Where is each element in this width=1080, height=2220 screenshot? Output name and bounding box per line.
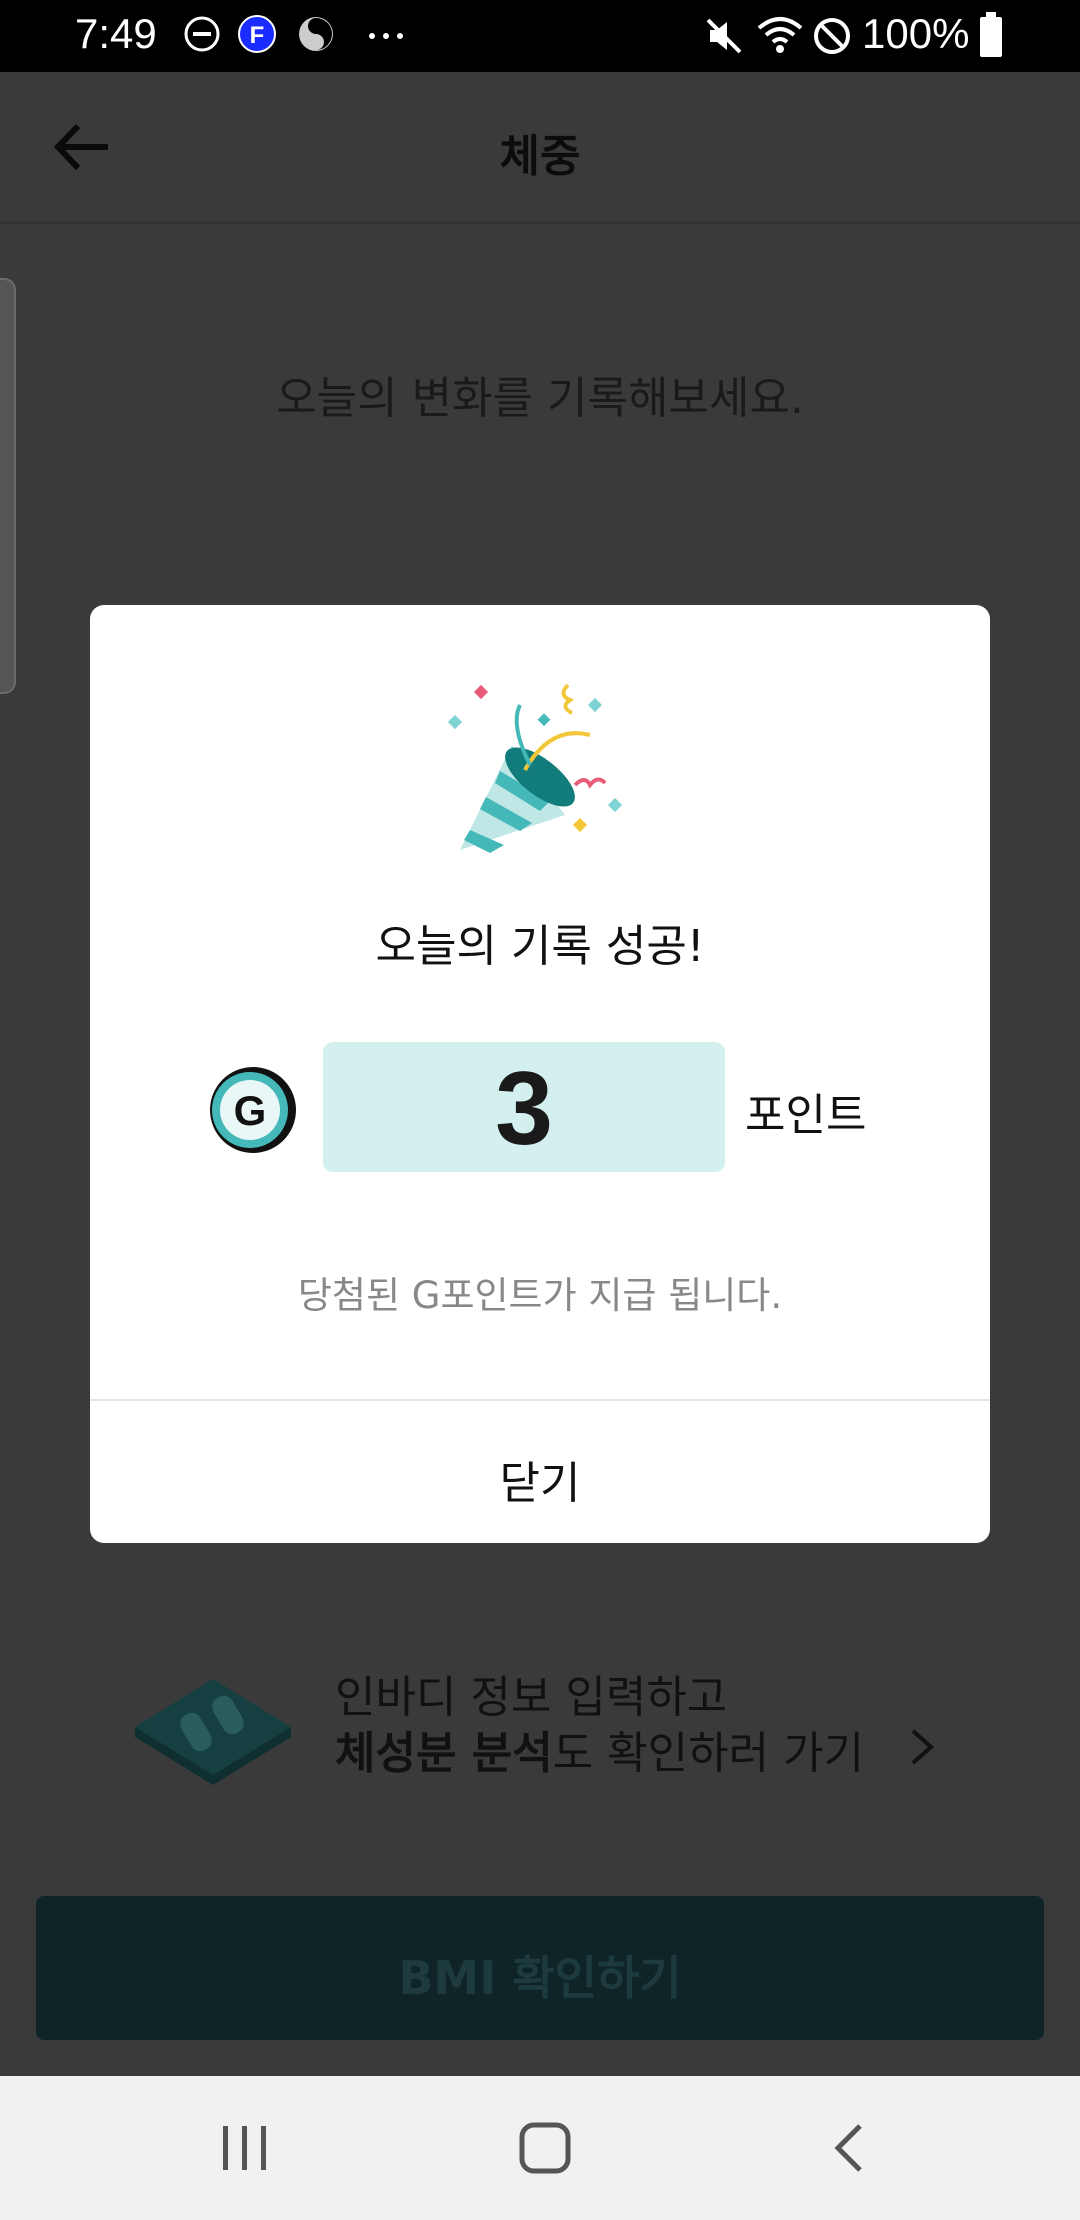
recent-apps-icon[interactable] [215,2118,275,2178]
close-button-label: 닫기 [499,1458,581,1509]
close-button[interactable]: 닫기 [90,1401,990,1543]
g-point-logo-icon: G [210,1067,296,1153]
dialog-title: 오늘의 기록 성공! [375,921,705,972]
system-nav-bar [0,2076,1080,2220]
facebook-icon: F [238,15,276,53]
party-popper-icon [447,683,623,853]
no-sim-icon [814,18,850,54]
inbody-promo-link[interactable]: 인바디 정보 입력하고 체성분 분석도 확인하러 가기 [125,1655,985,1805]
svg-text:G: G [234,1087,267,1134]
record-prompt: 오늘의 변화를 기록해보세요. [276,373,804,424]
battery-percent: 100% [862,10,970,57]
promo-line2: 체성분 분석도 확인하러 가기 [335,1717,864,1781]
status-bar: 7:49 F 100% [0,0,1080,72]
back-nav-icon[interactable] [820,2118,880,2178]
inbody-scale-icon [135,1679,291,1785]
points-note: 당첨된 G포인트가 지급 됩니다. [297,1274,783,1317]
points-unit: 포인트 [745,1090,867,1141]
chevron-right-icon [911,1729,935,1765]
page-title: 체중 [499,131,581,182]
mute-icon [706,18,742,54]
promo-bold-text: 체성분 분석 [335,1728,553,1779]
reward-dialog: 오늘의 기록 성공! G 3 포인트 당첨된 G포인트가 지급 됩니다. 닫기 [90,605,990,1543]
home-icon[interactable] [515,2118,575,2178]
battery-icon [980,12,1002,57]
dnd-icon [184,16,220,52]
svg-text:F: F [250,22,265,49]
edge-panel-handle[interactable] [0,278,16,694]
wifi-icon [757,17,803,53]
app-bar: 체중 [0,72,1080,224]
app-notification-icon [299,17,333,51]
more-notifications-icon [369,33,403,39]
promo-line1: 인바디 정보 입력하고 [335,1672,728,1723]
bmi-check-button[interactable]: BMI 확인하기 [36,1896,1044,2040]
points-value-box: 3 [323,1042,725,1172]
points-value: 3 [495,1051,553,1167]
bmi-button-label: BMI 확인하기 [398,1951,682,2005]
status-time: 7:49 [75,10,157,57]
promo-rest-text: 도 확인하러 가기 [552,1728,865,1779]
